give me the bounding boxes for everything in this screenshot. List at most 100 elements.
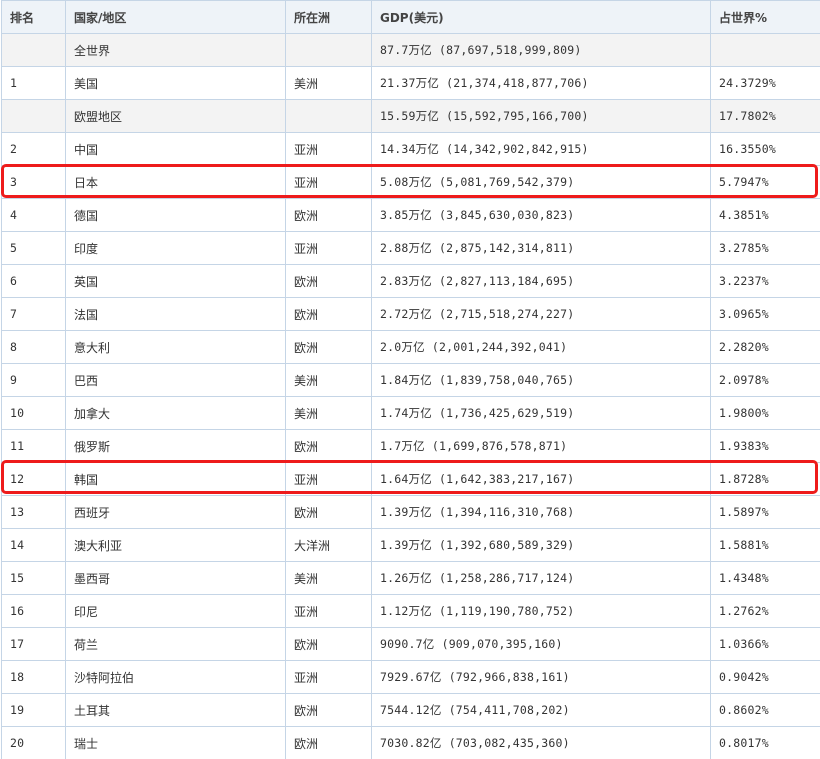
- cell-gdp: 1.39万亿 (1,392,680,589,329): [371, 528, 711, 562]
- table-header-row: 排名 国家/地区 所在洲 GDP(美元) 占世界%: [1, 0, 820, 34]
- table-row-highlighted: 12 韩国 亚洲 1.64万亿 (1,642,383,217,167) 1.8728%: [1, 462, 820, 496]
- table-row: 2 中国 亚洲 14.34万亿 (14,342,902,842,915) 16.3550…: [1, 132, 820, 166]
- cell-gdp: 15.59万亿 (15,592,795,166,700): [371, 99, 711, 133]
- cell-continent: 欧洲: [285, 330, 372, 364]
- cell-share: 0.9042%: [710, 660, 820, 694]
- cell-rank: 19: [1, 693, 66, 727]
- cell-continent: 欧洲: [285, 627, 372, 661]
- cell-gdp: 14.34万亿 (14,342,902,842,915): [371, 132, 711, 166]
- table-row: 8 意大利 欧洲 2.0万亿 (2,001,244,392,041) 2.2820%: [1, 330, 820, 364]
- cell-country: 瑞士: [65, 726, 286, 759]
- cell-gdp: 9090.7亿 (909,070,395,160): [371, 627, 711, 661]
- table-row: 7 法国 欧洲 2.72万亿 (2,715,518,274,227) 3.0965%: [1, 297, 820, 331]
- cell-gdp: 2.88万亿 (2,875,142,314,811): [371, 231, 711, 265]
- cell-country: 沙特阿拉伯: [65, 660, 286, 694]
- cell-share: 5.7947%: [710, 165, 820, 199]
- cell-share: 17.7802%: [710, 99, 820, 133]
- cell-rank: 14: [1, 528, 66, 562]
- table-row: 20 瑞士 欧洲 7030.82亿 (703,082,435,360) 0.8017%: [1, 726, 820, 759]
- cell-rank: 17: [1, 627, 66, 661]
- cell-country: 西班牙: [65, 495, 286, 529]
- cell-rank: 6: [1, 264, 66, 298]
- table-row: 6 英国 欧洲 2.83万亿 (2,827,113,184,695) 3.2237%: [1, 264, 820, 298]
- cell-country: 意大利: [65, 330, 286, 364]
- cell-gdp: 1.64万亿 (1,642,383,217,167): [371, 462, 711, 496]
- gdp-ranking-table: 排名 国家/地区 所在洲 GDP(美元) 占世界% 全世界 87.7万亿 (87,…: [1, 0, 820, 759]
- table-row: 全世界 87.7万亿 (87,697,518,999,809): [1, 33, 820, 67]
- cell-continent: 美洲: [285, 396, 372, 430]
- cell-gdp: 2.0万亿 (2,001,244,392,041): [371, 330, 711, 364]
- cell-rank: 16: [1, 594, 66, 628]
- table-row: 10 加拿大 美洲 1.74万亿 (1,736,425,629,519) 1.9800%: [1, 396, 820, 430]
- cell-continent: 亚洲: [285, 660, 372, 694]
- cell-continent: 亚洲: [285, 594, 372, 628]
- cell-rank: [1, 99, 66, 133]
- cell-continent: 欧洲: [285, 297, 372, 331]
- cell-gdp: 21.37万亿 (21,374,418,877,706): [371, 66, 711, 100]
- header-country[interactable]: 国家/地区: [65, 0, 286, 34]
- cell-country: 印度: [65, 231, 286, 265]
- table-row: 4 德国 欧洲 3.85万亿 (3,845,630,030,823) 4.3851%: [1, 198, 820, 232]
- cell-share: 1.5897%: [710, 495, 820, 529]
- header-rank[interactable]: 排名: [1, 0, 66, 34]
- table-row-highlighted: 3 日本 亚洲 5.08万亿 (5,081,769,542,379) 5.7947%: [1, 165, 820, 199]
- cell-rank: 4: [1, 198, 66, 232]
- cell-share: 24.3729%: [710, 66, 820, 100]
- cell-gdp: 7929.67亿 (792,966,838,161): [371, 660, 711, 694]
- cell-continent: 大洋洲: [285, 528, 372, 562]
- cell-share: 4.3851%: [710, 198, 820, 232]
- cell-rank: 1: [1, 66, 66, 100]
- table-row: 15 墨西哥 美洲 1.26万亿 (1,258,286,717,124) 1.4348%: [1, 561, 820, 595]
- cell-share: [710, 33, 820, 67]
- table-row: 19 土耳其 欧洲 7544.12亿 (754,411,708,202) 0.8602%: [1, 693, 820, 727]
- cell-share: 16.3550%: [710, 132, 820, 166]
- cell-country: 美国: [65, 66, 286, 100]
- table-body: 全世界 87.7万亿 (87,697,518,999,809) 1 美国 美洲 21.37…: [1, 33, 820, 759]
- cell-country: 中国: [65, 132, 286, 166]
- cell-share: 3.2237%: [710, 264, 820, 298]
- cell-share: 1.8728%: [710, 462, 820, 496]
- cell-country: 欧盟地区: [65, 99, 286, 133]
- cell-country: 印尼: [65, 594, 286, 628]
- table-row: 11 俄罗斯 欧洲 1.7万亿 (1,699,876,578,871) 1.9383%: [1, 429, 820, 463]
- cell-continent: 亚洲: [285, 231, 372, 265]
- cell-continent: 欧洲: [285, 726, 372, 759]
- cell-country: 日本: [65, 165, 286, 199]
- cell-continent: 亚洲: [285, 165, 372, 199]
- table-row: 16 印尼 亚洲 1.12万亿 (1,119,190,780,752) 1.2762%: [1, 594, 820, 628]
- cell-country: 墨西哥: [65, 561, 286, 595]
- cell-rank: 20: [1, 726, 66, 759]
- cell-share: 2.0978%: [710, 363, 820, 397]
- cell-gdp: 7030.82亿 (703,082,435,360): [371, 726, 711, 759]
- cell-rank: 10: [1, 396, 66, 430]
- cell-gdp: 87.7万亿 (87,697,518,999,809): [371, 33, 711, 67]
- cell-gdp: 1.84万亿 (1,839,758,040,765): [371, 363, 711, 397]
- cell-country: 全世界: [65, 33, 286, 67]
- cell-gdp: 2.83万亿 (2,827,113,184,695): [371, 264, 711, 298]
- gdp-ranking-table-container: 排名 国家/地区 所在洲 GDP(美元) 占世界% 全世界 87.7万亿 (87,…: [0, 0, 820, 759]
- cell-continent: 欧洲: [285, 264, 372, 298]
- cell-country: 荷兰: [65, 627, 286, 661]
- header-continent[interactable]: 所在洲: [285, 0, 372, 34]
- cell-gdp: 1.26万亿 (1,258,286,717,124): [371, 561, 711, 595]
- cell-share: 2.2820%: [710, 330, 820, 364]
- cell-gdp: 1.74万亿 (1,736,425,629,519): [371, 396, 711, 430]
- cell-rank: [1, 33, 66, 67]
- cell-share: 0.8602%: [710, 693, 820, 727]
- cell-rank: 9: [1, 363, 66, 397]
- table-row: 18 沙特阿拉伯 亚洲 7929.67亿 (792,966,838,161) 0.904…: [1, 660, 820, 694]
- cell-rank: 11: [1, 429, 66, 463]
- cell-share: 1.0366%: [710, 627, 820, 661]
- cell-country: 巴西: [65, 363, 286, 397]
- header-share[interactable]: 占世界%: [710, 0, 820, 34]
- cell-continent: [285, 99, 372, 133]
- table-row: 17 荷兰 欧洲 9090.7亿 (909,070,395,160) 1.0366%: [1, 627, 820, 661]
- table-row: 13 西班牙 欧洲 1.39万亿 (1,394,116,310,768) 1.5897%: [1, 495, 820, 529]
- cell-continent: 美洲: [285, 66, 372, 100]
- cell-country: 英国: [65, 264, 286, 298]
- cell-share: 0.8017%: [710, 726, 820, 759]
- table-row: 5 印度 亚洲 2.88万亿 (2,875,142,314,811) 3.2785%: [1, 231, 820, 265]
- cell-gdp: 2.72万亿 (2,715,518,274,227): [371, 297, 711, 331]
- table-row: 欧盟地区 15.59万亿 (15,592,795,166,700) 17.7802%: [1, 99, 820, 133]
- header-gdp[interactable]: GDP(美元): [371, 0, 711, 34]
